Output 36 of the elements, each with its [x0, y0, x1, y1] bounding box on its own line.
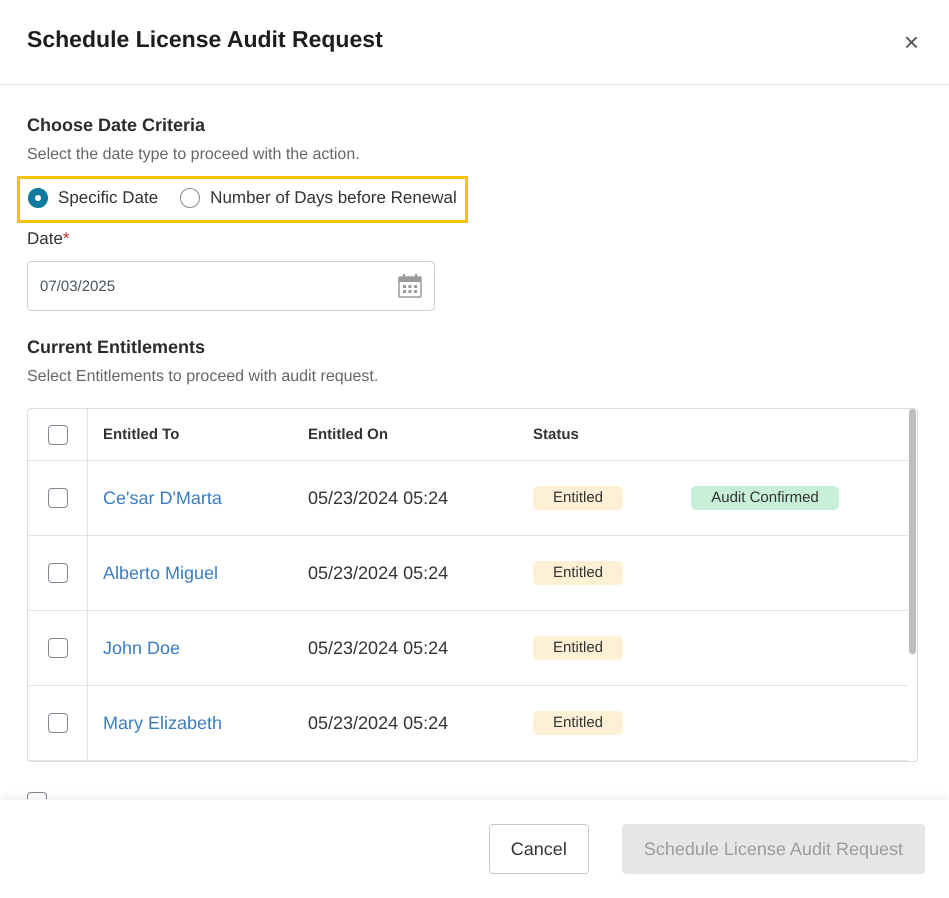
table-cell-text: 05/23/2024 05:24 — [307, 562, 450, 584]
column-header: Entitled To — [102, 426, 180, 443]
select-all-checkbox[interactable] — [48, 424, 68, 444]
status-badge: Entitled — [533, 636, 623, 660]
row-checkbox[interactable] — [48, 638, 68, 658]
audit-badge: Audit Confirmed — [691, 486, 839, 510]
entitled-to-link[interactable]: Alberto Miguel — [88, 562, 293, 584]
section-heading: Choose Date Criteria — [27, 115, 206, 136]
field-label: Date* — [27, 229, 71, 249]
entitled-to-link[interactable]: John Doe — [88, 638, 293, 658]
cancel-button[interactable]: Cancel — [488, 824, 589, 874]
dialog-title: Schedule License Audit Request — [27, 26, 383, 52]
status-badge: Entitled — [533, 711, 623, 735]
scrollbar-thumb[interactable] — [909, 409, 916, 654]
column-header: Status — [532, 426, 580, 443]
calendar-icon[interactable] — [398, 274, 422, 298]
radio-label: Specific Date — [58, 188, 158, 208]
entitled-to-link[interactable]: Mary Elizabeth — [88, 712, 293, 734]
table-cell-text: 05/23/2024 05:24 — [307, 638, 450, 658]
section-hint: Select Entitlements to proceed with audit request. — [27, 368, 380, 386]
radio-circle[interactable] — [180, 188, 200, 208]
table-cell-text: 05/23/2024 05:24 — [307, 488, 450, 508]
entitled-to-link[interactable]: Ce'sar D'Marta — [88, 488, 293, 508]
row-checkbox[interactable] — [48, 488, 68, 508]
radio-option[interactable]: Specific Date — [28, 188, 158, 208]
row-checkbox[interactable] — [48, 563, 68, 583]
close-button[interactable]: × — [902, 29, 921, 55]
row-checkbox[interactable] — [48, 713, 68, 733]
section-hint: Select the date type to proceed with the action. — [27, 146, 361, 164]
status-badge: Entitled — [533, 486, 623, 510]
radio-circle[interactable] — [28, 188, 48, 208]
table-cell-text: 05/23/2024 05:24 — [307, 712, 450, 734]
section-heading: Current Entitlements — [27, 337, 206, 358]
status-badge: Entitled — [533, 561, 623, 585]
column-header: Entitled On — [307, 426, 389, 443]
date-field[interactable]: 07/03/2025 — [27, 261, 435, 311]
